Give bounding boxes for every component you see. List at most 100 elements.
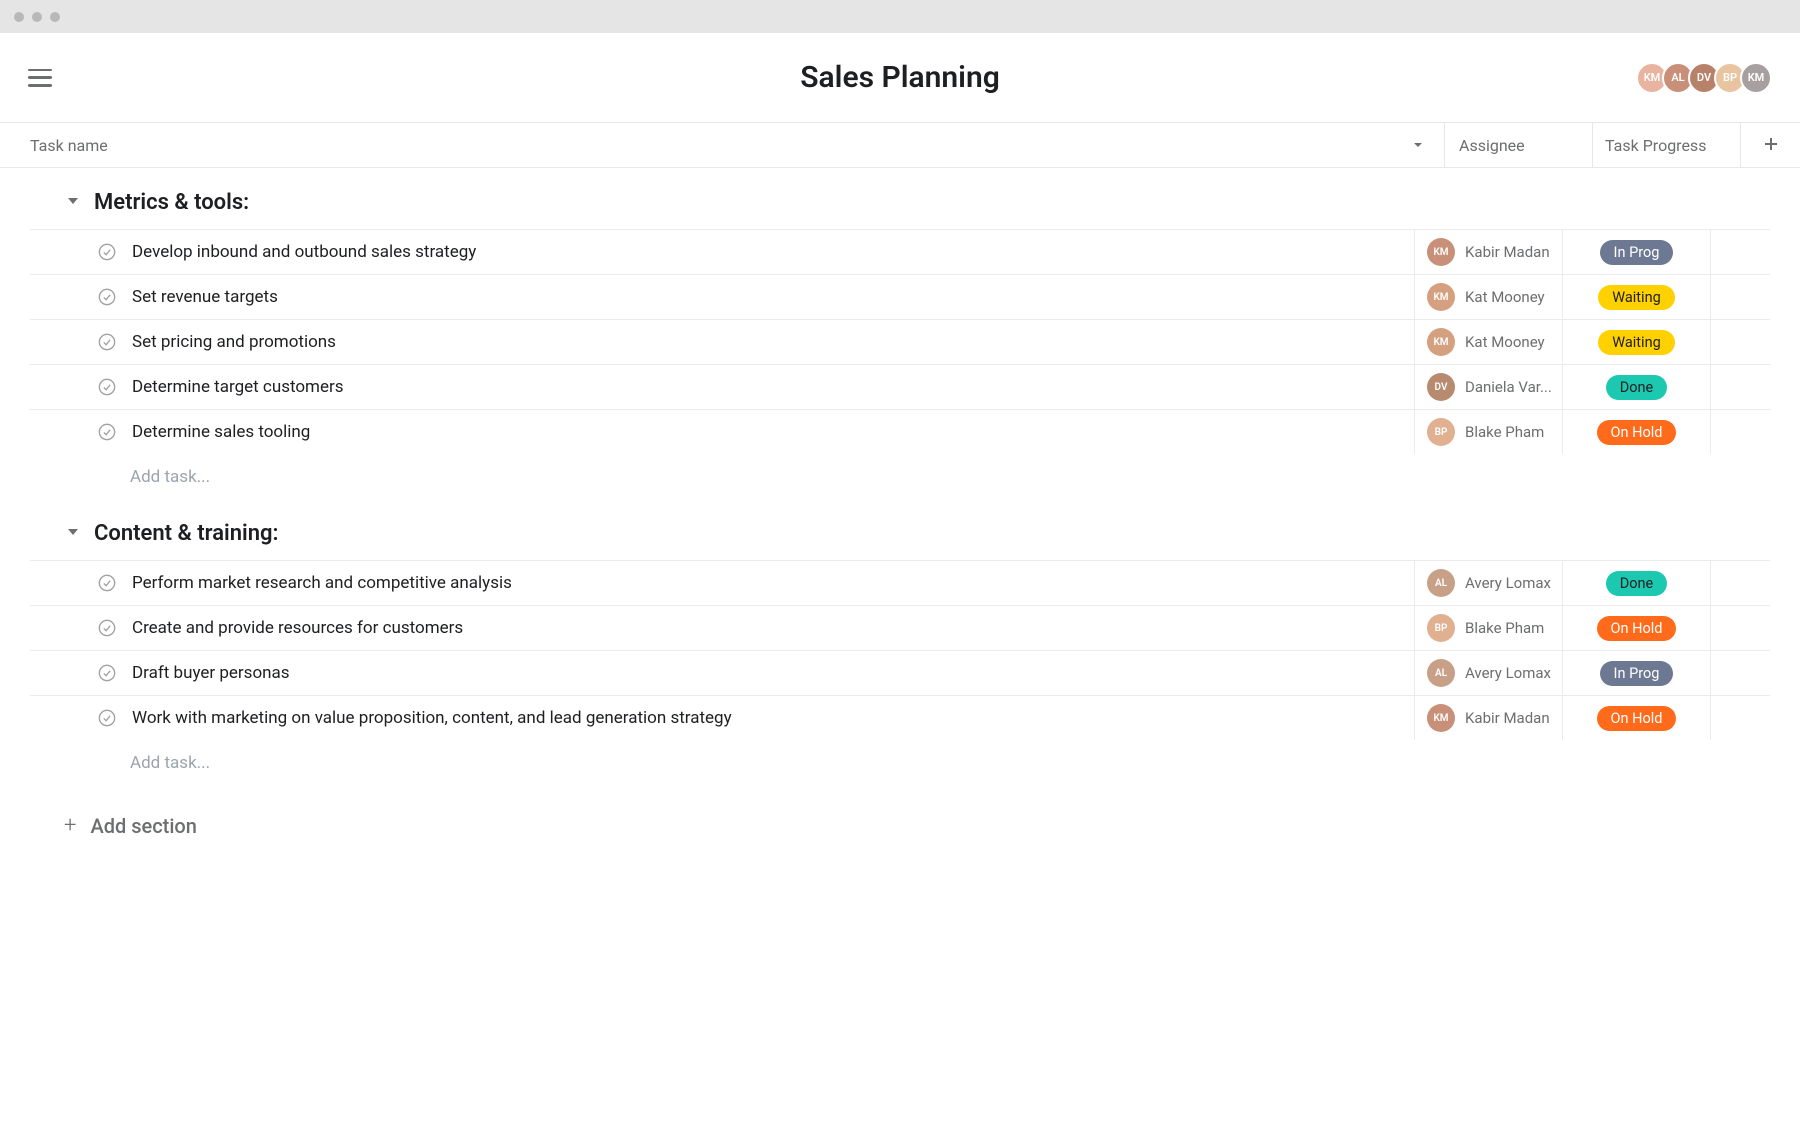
task-end-cell bbox=[1710, 561, 1770, 605]
task-end-cell bbox=[1710, 365, 1770, 409]
check-circle-icon[interactable] bbox=[98, 378, 116, 396]
task-assignee-cell[interactable]: DV Daniela Var... bbox=[1414, 365, 1562, 409]
add-task-button[interactable]: Add task... bbox=[30, 740, 1770, 785]
check-circle-icon[interactable] bbox=[98, 288, 116, 306]
task-progress-cell[interactable]: In Prog bbox=[1562, 230, 1710, 274]
maximize-window-dot[interactable] bbox=[50, 12, 60, 22]
collaborator-avatar[interactable]: KM bbox=[1740, 62, 1772, 94]
add-column-button[interactable] bbox=[1740, 123, 1800, 167]
add-section-button[interactable]: +Add section bbox=[30, 785, 1770, 838]
section-title: Metrics & tools: bbox=[94, 190, 249, 215]
check-circle-icon[interactable] bbox=[98, 333, 116, 351]
project-title: Sales Planning bbox=[800, 60, 1000, 95]
task-assignee-cell[interactable]: KM Kabir Madan bbox=[1414, 696, 1562, 740]
task-row[interactable]: Set pricing and promotions KM Kat Mooney… bbox=[30, 319, 1770, 364]
task-progress-cell[interactable]: On Hold bbox=[1562, 410, 1710, 454]
check-circle-icon[interactable] bbox=[98, 243, 116, 261]
assignee-avatar: KM bbox=[1427, 328, 1455, 356]
task-main-cell[interactable]: Perform market research and competitive … bbox=[30, 561, 1414, 605]
task-progress-cell[interactable]: On Hold bbox=[1562, 606, 1710, 650]
task-main-cell[interactable]: Create and provide resources for custome… bbox=[30, 606, 1414, 650]
task-progress-cell[interactable]: Waiting bbox=[1562, 320, 1710, 364]
status-badge: On Hold bbox=[1597, 616, 1677, 641]
check-circle-icon[interactable] bbox=[98, 574, 116, 592]
column-header-row: Task name Assignee Task Progress bbox=[0, 123, 1800, 168]
task-assignee-cell[interactable]: AL Avery Lomax bbox=[1414, 651, 1562, 695]
task-main-cell[interactable]: Set pricing and promotions bbox=[30, 320, 1414, 364]
task-progress-cell[interactable]: Waiting bbox=[1562, 275, 1710, 319]
assignee-name: Kabir Madan bbox=[1465, 709, 1550, 727]
assignee-avatar: KM bbox=[1427, 704, 1455, 732]
task-name: Set revenue targets bbox=[132, 287, 278, 307]
task-name: Determine sales tooling bbox=[132, 422, 310, 442]
task-name: Determine target customers bbox=[132, 377, 344, 397]
sections-container: Metrics & tools: Develop inbound and out… bbox=[0, 168, 1800, 838]
assignee-avatar: KM bbox=[1427, 283, 1455, 311]
task-row[interactable]: Set revenue targets KM Kat Mooney Waitin… bbox=[30, 274, 1770, 319]
task-main-cell[interactable]: Work with marketing on value proposition… bbox=[30, 696, 1414, 740]
column-label-task-name: Task name bbox=[30, 136, 108, 155]
task-assignee-cell[interactable]: AL Avery Lomax bbox=[1414, 561, 1562, 605]
task-progress-cell[interactable]: Done bbox=[1562, 561, 1710, 605]
collaborator-avatars[interactable]: KMALDVBPKM bbox=[1642, 62, 1772, 94]
task-row[interactable]: Work with marketing on value proposition… bbox=[30, 695, 1770, 740]
assignee-name: Daniela Var... bbox=[1465, 378, 1552, 396]
column-header-progress[interactable]: Task Progress bbox=[1592, 123, 1740, 167]
caret-down-icon bbox=[66, 193, 80, 212]
task-progress-cell[interactable]: On Hold bbox=[1562, 696, 1710, 740]
check-circle-icon[interactable] bbox=[98, 423, 116, 441]
column-header-task-name[interactable]: Task name bbox=[0, 136, 1444, 155]
task-assignee-cell[interactable]: BP Blake Pham bbox=[1414, 606, 1562, 650]
assignee-name: Kabir Madan bbox=[1465, 243, 1550, 261]
task-main-cell[interactable]: Develop inbound and outbound sales strat… bbox=[30, 230, 1414, 274]
status-badge: On Hold bbox=[1597, 706, 1677, 731]
check-circle-icon[interactable] bbox=[98, 619, 116, 637]
section-header[interactable]: Content & training: bbox=[30, 499, 1770, 560]
close-window-dot[interactable] bbox=[14, 12, 24, 22]
status-badge: Done bbox=[1606, 375, 1667, 400]
status-badge: Done bbox=[1606, 571, 1667, 596]
task-assignee-cell[interactable]: KM Kabir Madan bbox=[1414, 230, 1562, 274]
task-row[interactable]: Determine sales tooling BP Blake Pham On… bbox=[30, 409, 1770, 454]
task-name: Work with marketing on value proposition… bbox=[132, 708, 732, 728]
task-main-cell[interactable]: Determine target customers bbox=[30, 365, 1414, 409]
status-badge: In Prog bbox=[1600, 661, 1674, 686]
task-row[interactable]: Perform market research and competitive … bbox=[30, 560, 1770, 605]
check-circle-icon[interactable] bbox=[98, 709, 116, 727]
assignee-avatar: BP bbox=[1427, 614, 1455, 642]
add-task-button[interactable]: Add task... bbox=[30, 454, 1770, 499]
task-main-cell[interactable]: Draft buyer personas bbox=[30, 651, 1414, 695]
task-name: Develop inbound and outbound sales strat… bbox=[132, 242, 476, 262]
task-row[interactable]: Determine target customers DV Daniela Va… bbox=[30, 364, 1770, 409]
task-assignee-cell[interactable]: KM Kat Mooney bbox=[1414, 275, 1562, 319]
minimize-window-dot[interactable] bbox=[32, 12, 42, 22]
column-label-assignee: Assignee bbox=[1459, 136, 1525, 155]
task-end-cell bbox=[1710, 230, 1770, 274]
assignee-name: Blake Pham bbox=[1465, 619, 1544, 637]
status-badge: Waiting bbox=[1598, 330, 1674, 355]
task-row[interactable]: Create and provide resources for custome… bbox=[30, 605, 1770, 650]
assignee-name: Blake Pham bbox=[1465, 423, 1544, 441]
top-bar: Sales Planning KMALDVBPKM bbox=[0, 33, 1800, 123]
task-progress-cell[interactable]: Done bbox=[1562, 365, 1710, 409]
status-badge: On Hold bbox=[1597, 420, 1677, 445]
column-header-assignee[interactable]: Assignee bbox=[1444, 123, 1592, 167]
task-row[interactable]: Draft buyer personas AL Avery Lomax In P… bbox=[30, 650, 1770, 695]
column-label-progress: Task Progress bbox=[1605, 136, 1706, 155]
task-end-cell bbox=[1710, 696, 1770, 740]
section-header[interactable]: Metrics & tools: bbox=[30, 168, 1770, 229]
assignee-avatar: AL bbox=[1427, 569, 1455, 597]
task-progress-cell[interactable]: In Prog bbox=[1562, 651, 1710, 695]
chevron-down-icon[interactable] bbox=[1412, 136, 1424, 155]
assignee-name: Kat Mooney bbox=[1465, 288, 1545, 306]
plus-icon: + bbox=[64, 813, 76, 838]
task-main-cell[interactable]: Set revenue targets bbox=[30, 275, 1414, 319]
task-assignee-cell[interactable]: BP Blake Pham bbox=[1414, 410, 1562, 454]
task-main-cell[interactable]: Determine sales tooling bbox=[30, 410, 1414, 454]
task-name: Perform market research and competitive … bbox=[132, 573, 512, 593]
check-circle-icon[interactable] bbox=[98, 664, 116, 682]
task-row[interactable]: Develop inbound and outbound sales strat… bbox=[30, 229, 1770, 274]
task-assignee-cell[interactable]: KM Kat Mooney bbox=[1414, 320, 1562, 364]
task-end-cell bbox=[1710, 410, 1770, 454]
menu-icon[interactable] bbox=[28, 69, 52, 87]
